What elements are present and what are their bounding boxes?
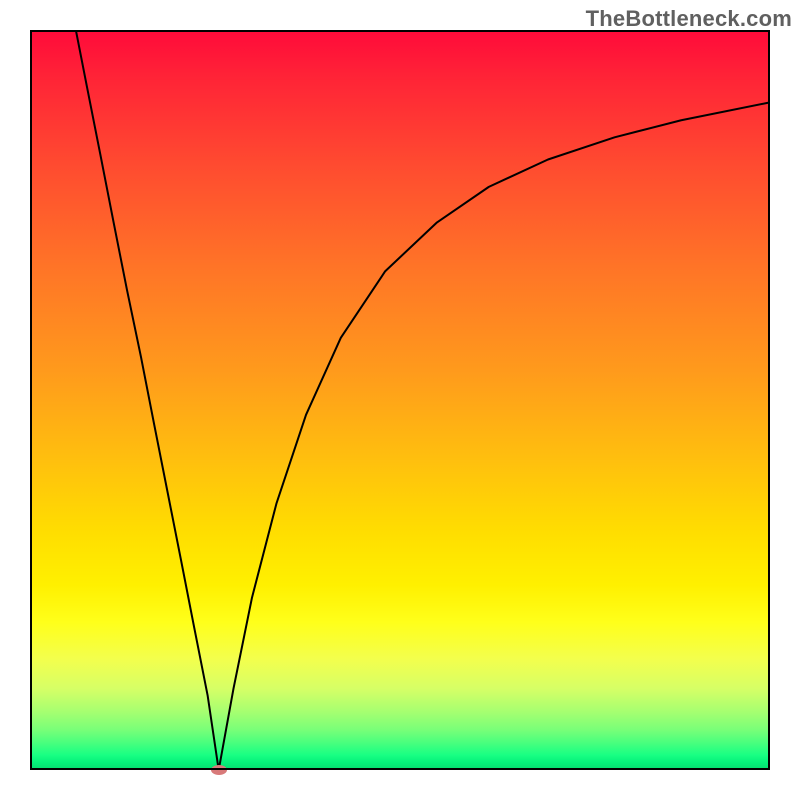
bottleneck-curve (74, 30, 770, 770)
curve-svg (30, 30, 770, 770)
chart-frame: TheBottleneck.com (0, 0, 800, 800)
plot-area (30, 30, 770, 770)
watermark-text: TheBottleneck.com (586, 6, 792, 32)
min-marker-icon (211, 765, 227, 775)
